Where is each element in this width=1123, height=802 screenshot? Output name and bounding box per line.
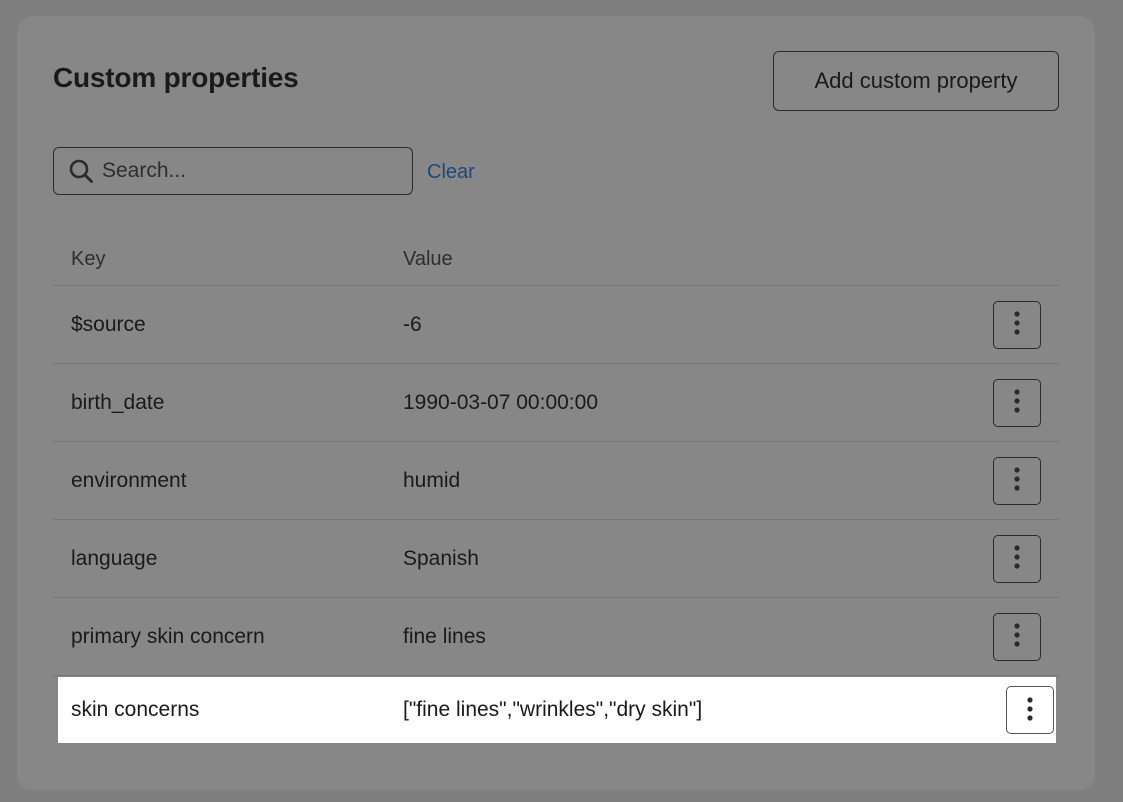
search-icon xyxy=(68,158,94,184)
row-actions-button[interactable] xyxy=(993,534,1041,583)
property-key: skin concerns xyxy=(71,698,200,721)
search-input[interactable] xyxy=(102,148,412,194)
table-row: $source -6 xyxy=(53,286,1059,364)
table-header: Key Value xyxy=(53,234,1059,286)
row-actions-button[interactable] xyxy=(1006,686,1054,734)
more-vertical-icon xyxy=(1014,389,1020,416)
property-key: primary skin concern xyxy=(71,624,265,648)
table-row: language Spanish xyxy=(53,520,1059,598)
property-key: environment xyxy=(71,468,187,492)
property-key: $source xyxy=(71,312,146,336)
more-vertical-icon xyxy=(1014,623,1020,650)
row-actions-button[interactable] xyxy=(993,456,1041,505)
more-vertical-icon xyxy=(1014,467,1020,494)
card-title: Custom properties xyxy=(53,62,299,93)
clear-link[interactable]: Clear xyxy=(427,161,475,184)
properties-table: Key Value $source -6 birth_date 1990-03-… xyxy=(53,234,1059,743)
custom-properties-card: Custom properties Add custom property Cl… xyxy=(17,16,1095,790)
property-value: humid xyxy=(403,468,461,492)
more-vertical-icon xyxy=(1027,696,1033,724)
property-key: birth_date xyxy=(71,390,165,414)
property-value: ["fine lines","wrinkles","dry skin"] xyxy=(403,698,703,721)
property-value: -6 xyxy=(403,312,422,336)
property-value: 1990-03-07 00:00:00 xyxy=(403,390,598,414)
row-actions-button[interactable] xyxy=(993,612,1041,661)
more-vertical-icon xyxy=(1014,311,1020,338)
table-row: birth_date 1990-03-07 00:00:00 xyxy=(53,364,1059,442)
column-header-key: Key xyxy=(71,248,106,270)
property-value: fine lines xyxy=(403,624,486,648)
search-field[interactable] xyxy=(53,147,413,195)
property-key: language xyxy=(71,546,158,570)
table-row-highlighted: skin concerns ["fine lines","wrinkles","… xyxy=(58,677,1056,743)
row-actions-button[interactable] xyxy=(993,300,1041,349)
table-row: primary skin concern fine lines xyxy=(53,598,1059,676)
property-value: Spanish xyxy=(403,546,479,570)
table-row: environment humid xyxy=(53,442,1059,520)
more-vertical-icon xyxy=(1014,545,1020,572)
column-header-value: Value xyxy=(403,248,453,270)
row-actions-button[interactable] xyxy=(993,378,1041,427)
add-custom-property-button[interactable]: Add custom property xyxy=(773,51,1059,111)
